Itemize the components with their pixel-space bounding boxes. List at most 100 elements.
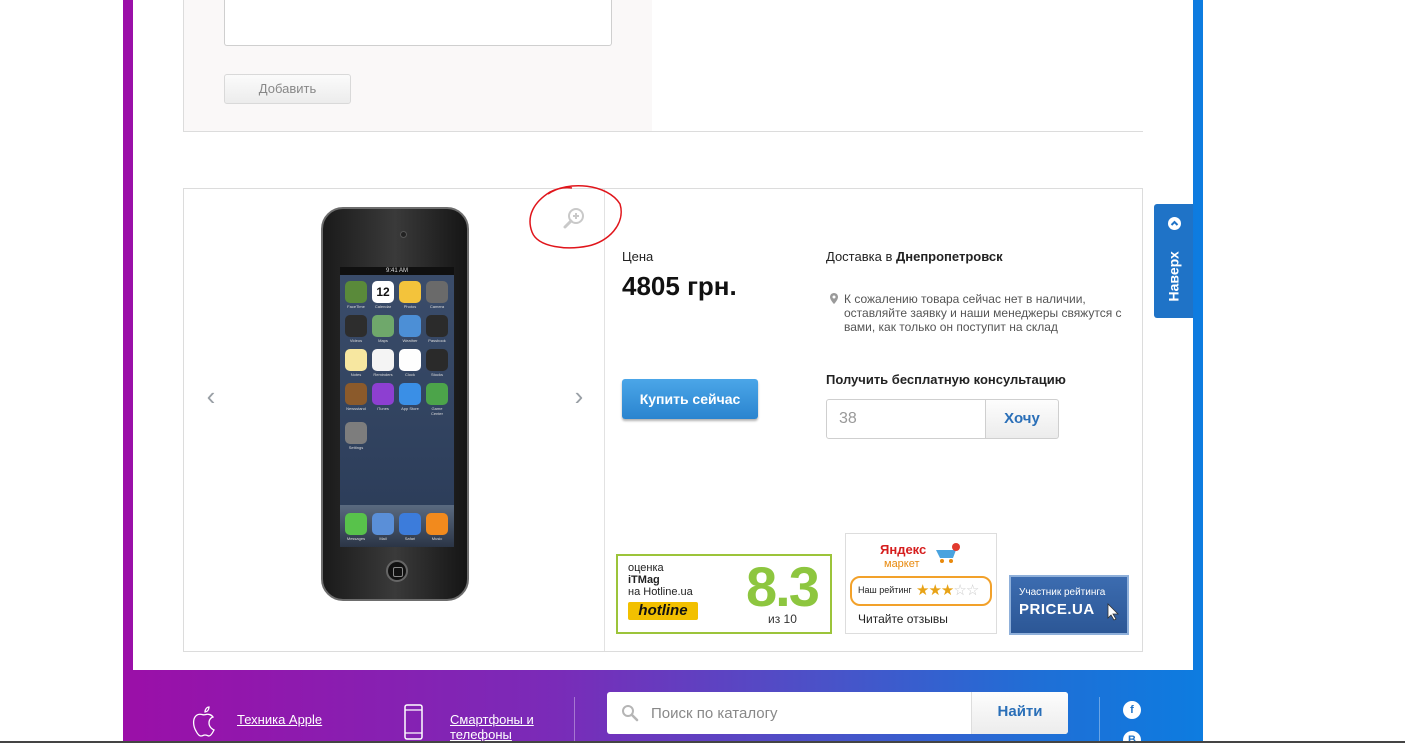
- dock-app-label: Mail: [379, 536, 387, 541]
- app-label: Camera: [429, 304, 445, 309]
- priceua-badge[interactable]: Участник рейтинга PRICE.UA: [1009, 575, 1129, 635]
- footer-link-apple[interactable]: Техника Apple: [237, 712, 322, 727]
- star-filled-icon: ★: [928, 582, 941, 599]
- review-textarea[interactable]: [224, 0, 612, 46]
- search-button[interactable]: Найти: [971, 692, 1068, 734]
- cursor-icon: [1107, 603, 1119, 621]
- app-dock: Messages Mail Safari Music: [340, 505, 454, 547]
- yandex-reviews-link[interactable]: Читайте отзывы: [858, 612, 948, 626]
- app-icon: Weather: [399, 315, 421, 343]
- arrow-up-icon: [1168, 217, 1181, 230]
- app-tile: 12: [372, 281, 394, 303]
- add-review-button[interactable]: Добавить: [224, 74, 351, 104]
- product-gallery: ‹ › 9:41 AM FaceTime 12 Calendar Photos Came…: [184, 184, 622, 651]
- hotline-badge[interactable]: оценка iTMag на Hotline.ua hotline 8.3 и…: [616, 554, 832, 634]
- search-input[interactable]: Поиск по каталогу: [651, 705, 778, 722]
- priceua-line2: PRICE.UA: [1019, 601, 1095, 618]
- app-tile: [345, 315, 367, 337]
- availability-notice: К сожалению товара сейчас нет в наличии,…: [830, 292, 1130, 334]
- app-label: Passbook: [428, 338, 446, 343]
- yandex-rating-label: Наш рейтинг: [858, 585, 912, 595]
- footer-link-phones[interactable]: Смартфоны и телефоны: [450, 712, 550, 742]
- product-info: Цена 4805 грн. Купить сейчас Доставка в …: [606, 189, 1143, 651]
- app-label: Photos: [403, 304, 417, 309]
- facebook-icon[interactable]: f: [1123, 701, 1141, 719]
- footer-apple-item: Техника Apple: [187, 703, 322, 741]
- app-label: App Store: [401, 406, 419, 411]
- dock-app: Music: [426, 513, 448, 547]
- app-tile: [426, 281, 448, 303]
- yandex-stars: ★★★☆☆: [916, 581, 979, 599]
- app-label: Videos: [349, 338, 363, 343]
- hotline-line3: на Hotline.ua: [628, 586, 693, 598]
- app-tile: [399, 315, 421, 337]
- app-tile: [345, 422, 367, 444]
- hotline-line1: оценка: [628, 562, 664, 574]
- app-tile: [372, 349, 394, 371]
- page-background-right: [1203, 0, 1405, 743]
- dock-app: Safari: [399, 513, 421, 547]
- hotline-score: 8.3: [746, 555, 820, 618]
- app-icon: 12 Calendar: [372, 281, 394, 309]
- hotline-logo: hotline: [628, 602, 698, 620]
- app-label: Game Center: [430, 406, 443, 416]
- yandex-subtitle: маркет: [884, 558, 920, 570]
- zoom-icon[interactable]: [562, 206, 586, 230]
- hotline-line2: iTMag: [628, 574, 660, 586]
- app-tile: [345, 383, 367, 405]
- gallery-prev-arrow[interactable]: ‹: [201, 383, 221, 409]
- app-tile: [426, 383, 448, 405]
- app-tile: [345, 349, 367, 371]
- notice-text: К сожалению товара сейчас нет в наличии,…: [844, 292, 1122, 334]
- app-tile: [399, 383, 421, 405]
- dock-app-tile: [345, 513, 367, 535]
- star-filled-icon: ★: [916, 582, 929, 599]
- price-value: 4805 грн.: [622, 271, 737, 301]
- app-label: Settings: [348, 445, 364, 450]
- star-filled-icon: ★: [940, 582, 954, 599]
- search-icon: [622, 705, 639, 722]
- status-bar: 9:41 AM: [340, 267, 454, 275]
- apple-icon: [192, 706, 215, 737]
- app-icon: Newsstand: [345, 383, 367, 416]
- app-label: Notes: [350, 372, 362, 377]
- phone-input[interactable]: 38: [826, 399, 986, 439]
- star-empty-icon: ☆: [953, 582, 966, 599]
- yandex-market-badge[interactable]: Яндекс маркет Наш рейтинг ★★★☆☆ Читайте …: [845, 533, 997, 634]
- app-tile: [345, 281, 367, 303]
- app-label: FaceTime: [347, 304, 365, 309]
- app-icon: Passbook: [426, 315, 448, 343]
- app-label: Stocks: [430, 372, 443, 377]
- dock-app-label: Music: [431, 536, 443, 541]
- scroll-to-top-label: Наверх: [1165, 251, 1182, 302]
- app-icon: FaceTime: [345, 281, 367, 309]
- footer-phones-item: Смартфоны и телефоны: [400, 703, 550, 742]
- delivery-city[interactable]: Днепропетровск: [896, 249, 1003, 264]
- vk-icon[interactable]: B: [1123, 731, 1141, 749]
- gallery-next-arrow[interactable]: ›: [569, 383, 589, 409]
- app-icon: Notes: [345, 349, 367, 377]
- want-button[interactable]: Хочу: [985, 399, 1059, 439]
- app-label: Newsstand: [346, 406, 366, 411]
- buy-now-button[interactable]: Купить сейчас: [622, 379, 758, 419]
- app-tile: [426, 315, 448, 337]
- scroll-to-top-tab[interactable]: Наверх: [1154, 204, 1193, 318]
- app-grid: FaceTime 12 Calendar Photos Camera Videos Maps…: [340, 275, 454, 450]
- priceua-line1: Участник рейтинга: [1019, 587, 1106, 598]
- app-icon: Game Center: [426, 383, 448, 416]
- app-label: Weather: [402, 338, 418, 343]
- app-icon: Settings: [345, 422, 367, 450]
- app-tile: [399, 281, 421, 303]
- app-icon: App Store: [399, 383, 421, 416]
- dock-app-label: Safari: [404, 536, 416, 541]
- app-tile: [372, 315, 394, 337]
- yandex-cart-icon: [936, 543, 960, 563]
- app-icon: Photos: [399, 281, 421, 309]
- app-icon: Stocks: [426, 349, 448, 377]
- location-pin-icon: [830, 293, 838, 304]
- app-label: Calendar: [374, 304, 392, 309]
- dock-app: Messages: [345, 513, 367, 547]
- footer-divider: [574, 697, 575, 743]
- app-label: Maps: [378, 338, 388, 343]
- delivery-info: Доставка в Днепропетровск: [826, 249, 1003, 264]
